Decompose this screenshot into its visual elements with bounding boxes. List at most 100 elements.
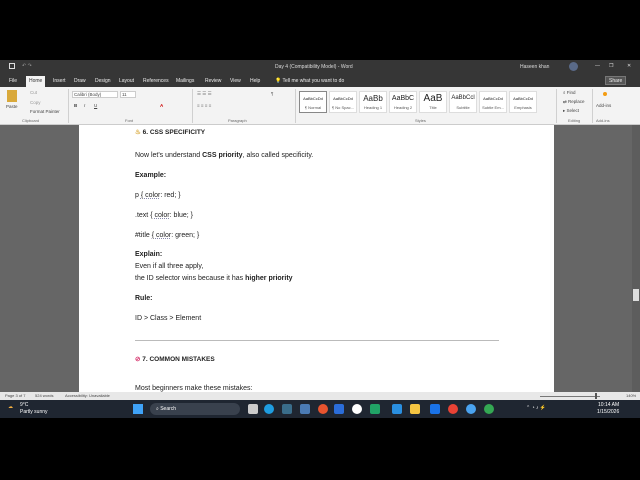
style-sample: AaBbC: [391, 95, 415, 102]
taskbar: ☁ 9°C Partly sunny ⌕ Search ⌃ ◔ ♪ ⚡ 10:1…: [0, 400, 640, 418]
vertical-scrollbar[interactable]: [632, 125, 640, 392]
style-subtitle[interactable]: AaBbCcl Subtitle: [449, 91, 477, 113]
tab-insert[interactable]: Insert: [50, 76, 69, 87]
code-line-2: .text { color: blue; }: [135, 212, 194, 219]
example-label: Example:: [135, 172, 167, 179]
heading-css-specificity: 6. CSS SPECIFICITY: [142, 129, 206, 136]
lightbulb-icon: 💡: [275, 78, 282, 84]
find-button[interactable]: ⌕ Find: [563, 90, 576, 95]
excel-icon[interactable]: [370, 404, 380, 414]
paste-button[interactable]: Paste: [6, 104, 18, 109]
undo-icon[interactable]: ↶ ↷: [22, 63, 32, 69]
style-heading-2[interactable]: AaBbC Heading 2: [389, 91, 417, 113]
tab-review[interactable]: Review: [202, 76, 224, 87]
style-name: Heading 2: [393, 105, 413, 110]
addins-group-label: Add-ins: [596, 118, 610, 123]
close-button[interactable]: ✕: [627, 63, 631, 69]
style-subtle-em[interactable]: AaBbCcDd Subtle Em...: [479, 91, 507, 113]
status-bar: Page 3 of 7 524 words Accessibility: Una…: [0, 392, 640, 400]
select-button[interactable]: ▸ Select: [563, 108, 579, 114]
page-count[interactable]: Page 3 of 7: [5, 393, 25, 398]
zoom-slider-thumb[interactable]: [595, 393, 597, 399]
document-page[interactable]: ♨ 6. CSS SPECIFICITY Now let's understan…: [79, 125, 554, 392]
tab-view[interactable]: View: [227, 76, 244, 87]
postman-icon[interactable]: [318, 404, 328, 414]
heading-common-mistakes: 7. COMMON MISTAKES: [142, 356, 215, 363]
chrome-icon[interactable]: [448, 404, 458, 414]
font-color-button[interactable]: A: [160, 103, 163, 108]
word-count[interactable]: 524 words: [35, 393, 53, 398]
tell-me-search[interactable]: 💡 Tell me what you want to do: [272, 76, 347, 87]
tab-file[interactable]: File: [6, 76, 20, 87]
font-name-select[interactable]: Calibri (Body): [72, 91, 118, 98]
search-box[interactable]: ⌕ Search: [150, 403, 240, 415]
tab-design[interactable]: Design: [92, 76, 114, 87]
intro-paragraph: Now let's understand CSS priority, also …: [135, 152, 314, 159]
share-button[interactable]: Share: [605, 76, 627, 85]
task-view-icon[interactable]: [248, 404, 258, 414]
vscode-icon[interactable]: [392, 404, 402, 414]
tab-draw[interactable]: Draw: [71, 76, 89, 87]
restore-button[interactable]: ❐: [609, 63, 613, 69]
scrollbar-thumb[interactable]: [633, 289, 639, 301]
copy-button[interactable]: Copy: [30, 100, 41, 105]
heading-icon: ♨: [135, 129, 141, 136]
tab-mailings[interactable]: Mailings: [173, 76, 197, 87]
style-sample: AaBbCcDd: [333, 96, 353, 101]
font-size-select[interactable]: 11: [120, 91, 136, 98]
style-name: Subtle Em...: [482, 105, 504, 110]
editing-group-label: Editing: [568, 118, 581, 123]
start-button[interactable]: [133, 404, 143, 414]
ribbon: Paste Cut Copy Format Painter Clipboard …: [0, 87, 640, 125]
file-explorer-icon[interactable]: [410, 404, 420, 414]
tab-home[interactable]: Home: [26, 76, 46, 87]
user-name: Haseen khan: [520, 64, 550, 70]
style-sample: AaBbCcDd: [483, 96, 503, 101]
bold-button[interactable]: B: [74, 103, 77, 108]
tab-help[interactable]: Help: [247, 76, 263, 87]
zoom-slider[interactable]: [540, 396, 600, 397]
horizontal-rule: [135, 340, 499, 341]
minimize-button[interactable]: —: [595, 63, 600, 69]
style-no-spac[interactable]: AaBbCcDd ¶ No Spac...: [329, 91, 357, 113]
italic-button[interactable]: I: [84, 103, 85, 108]
accessibility-status[interactable]: Accessibility: Unavailable: [65, 393, 110, 398]
database-icon[interactable]: [300, 404, 310, 414]
bullets-icon[interactable]: ☰ ☰ ☰: [197, 91, 212, 97]
clock-date[interactable]: 1/15/2026: [597, 409, 619, 415]
format-painter-button[interactable]: Format Painter: [30, 109, 60, 114]
rule-label: Rule:: [135, 295, 153, 302]
tab-layout[interactable]: Layout: [116, 76, 137, 87]
word-icon[interactable]: [334, 404, 344, 414]
underline-button[interactable]: U: [94, 103, 97, 108]
addins-button[interactable]: Add-ins: [596, 103, 611, 108]
chrome-icon-2[interactable]: [484, 404, 494, 414]
cut-button[interactable]: Cut: [30, 90, 37, 95]
tab-references[interactable]: References: [140, 76, 172, 87]
avatar[interactable]: [569, 62, 578, 71]
replace-label: Replace: [568, 99, 585, 104]
copilot-icon[interactable]: [466, 404, 476, 414]
zoom-level[interactable]: 140%: [626, 393, 636, 398]
ribbon-tabs: File Home Insert Draw Design Layout Refe…: [0, 74, 640, 87]
save-icon[interactable]: [9, 63, 15, 69]
edge-icon[interactable]: [264, 404, 274, 414]
code-line-1: p { color: red; }: [135, 192, 181, 199]
clock-time[interactable]: 10:14 AM: [598, 402, 619, 408]
replace-button[interactable]: ⇄ Replace: [563, 99, 585, 105]
style-sample: AaBbCcDd: [303, 96, 323, 101]
style-sample: AaBbCcl: [451, 95, 475, 101]
show-marks-icon[interactable]: ¶: [271, 91, 273, 96]
app-icon[interactable]: [282, 404, 292, 414]
code-line-3: #title { color: green; }: [135, 232, 200, 239]
style-emphasis[interactable]: AaBbCcDd Emphasis: [509, 91, 537, 113]
chrome-profile-icon[interactable]: [352, 404, 362, 414]
align-icons[interactable]: ≡ ≡ ≡ ≡: [197, 103, 211, 108]
explain-line-1: Even if all three apply,: [135, 263, 204, 270]
paste-icon[interactable]: [7, 90, 17, 102]
style-title[interactable]: AaB Title: [419, 91, 447, 113]
style-heading-1[interactable]: AaBb Heading 1: [359, 91, 387, 113]
system-tray-icons[interactable]: ⌃ ◔ ♪ ⚡: [526, 405, 546, 411]
style-normal[interactable]: AaBbCcDd ¶ Normal: [299, 91, 327, 113]
store-icon[interactable]: [430, 404, 440, 414]
